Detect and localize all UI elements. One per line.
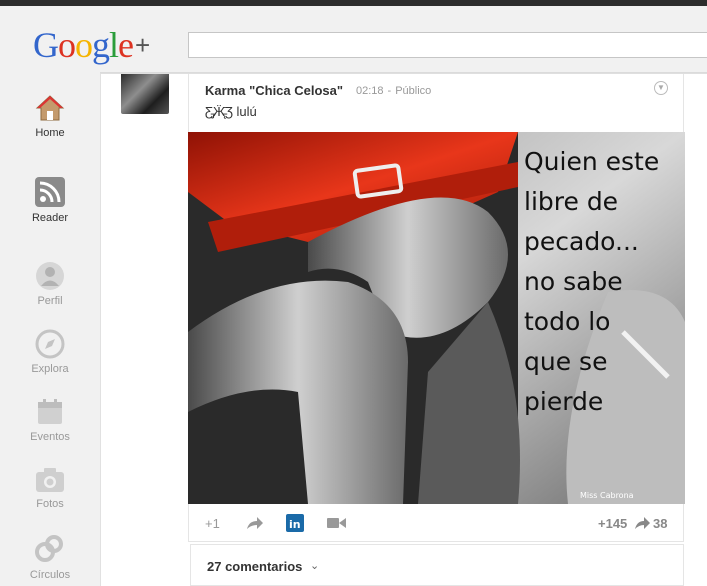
sidebar-item-eventos[interactable]: Eventos [0,397,100,443]
search-input[interactable] [188,32,707,58]
plus-one-button[interactable]: +1 [205,516,220,531]
post-meta: 02:18- Público [356,85,432,97]
image-caption-line: todo lo [524,307,610,336]
calendar-icon [38,399,62,424]
svg-text:in: in [289,518,301,531]
plus-count[interactable]: +145 [598,516,627,531]
image-caption-line: pierde [524,387,603,416]
image-signature: Miss Cabrona [580,491,634,500]
home-icon [35,95,65,121]
linkedin-icon[interactable]: in [286,514,304,532]
google-plus-logo[interactable]: Google+ [33,24,150,66]
chevron-down-icon: ▼ [657,83,665,92]
share-count[interactable]: 38 [653,516,667,531]
sidebar-item-label: Reader [31,212,69,224]
image-caption-line: no sabe [524,267,623,296]
image-caption-line: pecado... [524,227,639,256]
video-icon[interactable] [327,517,346,529]
sidebar-item-label: Explora [31,363,69,375]
chevron-down-icon[interactable]: ⌄ [310,559,319,572]
sidebar-item-label: Eventos [30,431,70,443]
post-menu-button[interactable]: ▼ [654,81,668,95]
camera-icon [36,468,64,492]
post-visibility[interactable]: Público [395,85,431,97]
sidebar-item-label: Perfil [37,295,63,307]
post-timestamp[interactable]: 02:18 [356,85,384,97]
compass-icon [35,329,65,359]
circles-icon [35,535,63,562]
post-actions: +1 in +145 38 [188,504,684,544]
sidebar-item-explora[interactable]: Explora [0,329,100,375]
author-avatar[interactable] [121,74,169,114]
profile-icon [36,262,64,290]
header: Google+ [0,6,707,74]
sidebar-item-perfil[interactable]: Perfil [0,261,100,307]
post-image[interactable]: Quien este libre de pecado... no sabe to… [188,132,685,504]
post-author-name[interactable]: Karma "Chica Celosa" [205,83,343,98]
image-caption-line: libre de [524,187,618,216]
image-caption-line: que se [524,347,607,376]
sidebar-item-label: Home [35,127,65,139]
post-photo: Quien este libre de pecado... no sabe to… [188,132,685,504]
sidebar-item-reader[interactable]: Reader [0,176,100,224]
share-icon[interactable] [246,516,264,530]
rss-icon [35,177,65,207]
reshare-icon [635,517,650,529]
sidebar-item-fotos[interactable]: Fotos [0,466,100,510]
sidebar-item-label: Fotos [36,498,64,510]
sidebar-item-label: Círculos [29,569,71,581]
comments-count-link[interactable]: 27 comentarios [207,559,302,574]
image-caption-line: Quien este [524,147,659,176]
sidebar-item-home[interactable]: Home [0,93,100,139]
post-text: Ƹ̵̡Ӝ̵̨̄Ʒ lulú [205,104,257,119]
sidebar-item-circulos[interactable]: Círculos [0,533,100,581]
